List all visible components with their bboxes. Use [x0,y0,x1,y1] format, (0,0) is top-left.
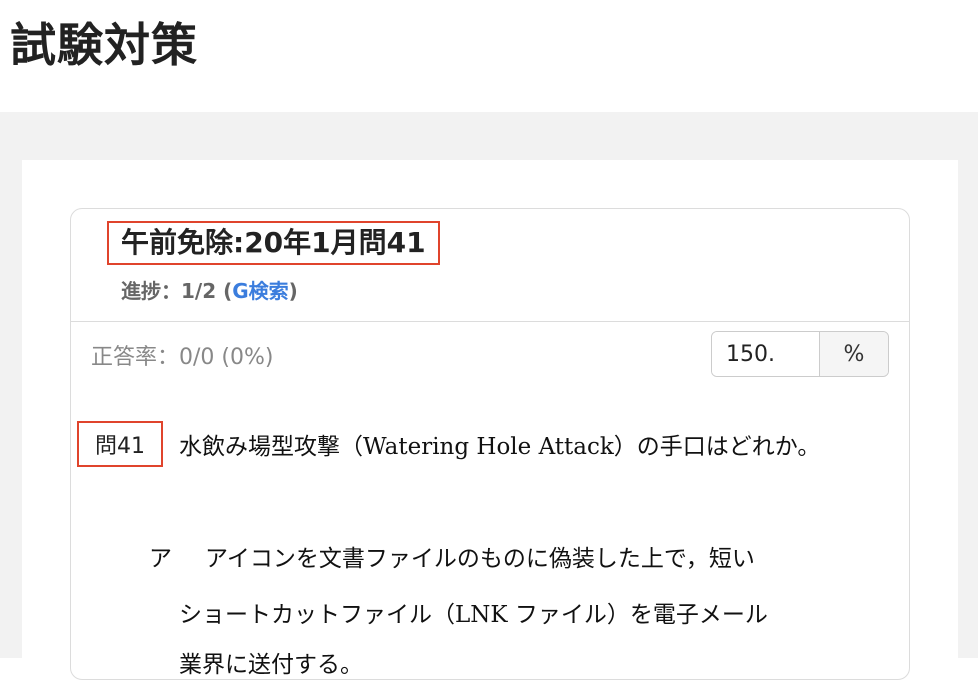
choice-label: ア [149,546,172,572]
page-header: 試験対策 [0,0,978,112]
zoom-control: % [711,331,889,377]
choice-a[interactable]: ア アイコンを文書ファイルのものに偽装した上で，短い [149,539,755,573]
choice-a-line2: ショートカットファイル（LNK ファイル）を電子メール [179,602,768,628]
zoom-unit-label: % [820,332,888,376]
exam-title: 午前免除:20年1月問41 [107,221,440,265]
question-text: 水飲み場型攻撃（Watering Hole Attack）の手口はどれか。 [179,434,821,460]
choice-text-line1: アイコンを文書ファイルのものに偽装した上で，短い [205,546,755,572]
progress-text: 進捗：1/2 ( [121,279,233,303]
google-search-link[interactable]: G検索 [232,279,288,303]
page-title: 試験対策 [10,18,198,72]
choice-a-line3: 業界に送付する。 [179,652,363,678]
zoom-input[interactable] [712,332,820,376]
card-header: 午前免除:20年1月問41 進捗：1/2 (G検索) [71,209,909,322]
question-card: 午前免除:20年1月問41 進捗：1/2 (G検索) 正答率：0/0 (0%) … [70,208,910,680]
accuracy-rate: 正答率：0/0 (0%) [91,345,274,370]
progress-close: ) [288,279,298,303]
question-number: 問41 [77,421,163,467]
progress-line: 進捗：1/2 (G検索) [121,275,298,304]
